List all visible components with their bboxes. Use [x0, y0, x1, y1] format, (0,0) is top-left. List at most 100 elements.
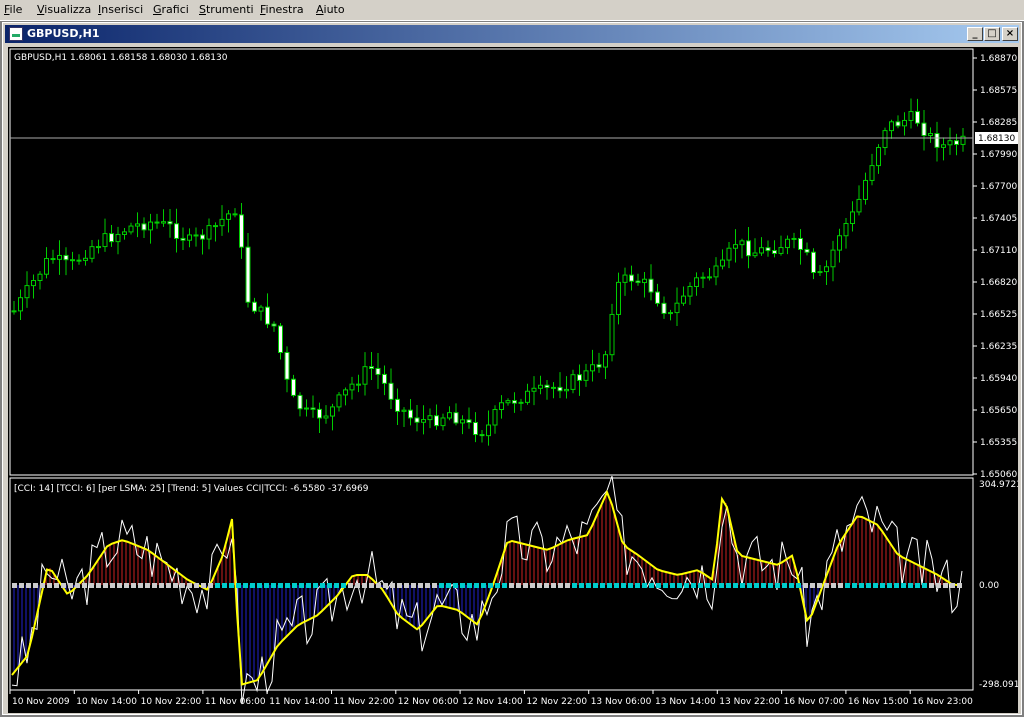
price-chart-svg[interactable]: GBPUSD,H1 1.68061 1.68158 1.68030 1.6813… [8, 47, 1018, 713]
candle-body [856, 198, 862, 213]
trend-dot [684, 583, 689, 588]
chart-area[interactable]: GBPUSD,H1 1.68061 1.68158 1.68030 1.6813… [8, 47, 1018, 713]
candle-body [148, 221, 153, 231]
trend-dot [943, 583, 948, 588]
menu-grafici[interactable]: Grafici [153, 3, 189, 16]
menu-bar: File Visualizza Inserisci Grafici Strumenti F… [0, 0, 1024, 21]
trend-dot [166, 583, 171, 588]
menu-finestra[interactable]: Finestra [260, 3, 304, 16]
candle-body [752, 252, 758, 257]
candle-body [934, 133, 940, 148]
trend-dot [649, 583, 654, 588]
candle-body [76, 259, 82, 262]
trend-dot [390, 583, 395, 588]
menu-visualizza[interactable]: Visualizza [37, 3, 91, 16]
trend-dot [502, 583, 507, 588]
candle-body [518, 401, 524, 404]
menu-aiuto[interactable]: Aiuto [316, 3, 345, 16]
price-label: 1.68870 [980, 54, 1017, 64]
trend-dot [719, 583, 724, 588]
candle-body [57, 254, 62, 260]
candle-body [102, 233, 108, 248]
trend-dot [383, 583, 388, 588]
trend-dot [145, 583, 150, 588]
trend-dot [264, 583, 269, 588]
close-button[interactable]: × [1002, 27, 1018, 41]
trend-dot [831, 583, 836, 588]
trend-dot [299, 583, 304, 588]
trend-dot [789, 583, 794, 588]
candle-body [44, 258, 49, 275]
time-label: 10 Nov 22:00 [141, 697, 202, 707]
candle-body [219, 218, 225, 227]
menu-file[interactable]: File [4, 3, 22, 16]
price-label: 1.65355 [980, 438, 1017, 448]
candle-body [811, 251, 816, 274]
window-titlebar[interactable]: GBPUSD,H1 _ □ × [5, 25, 1019, 43]
trend-dot [418, 583, 423, 588]
trend-dot [887, 583, 892, 588]
candle-body [154, 221, 160, 224]
candle-body [739, 240, 745, 246]
menu-inserisci[interactable]: Inserisci [98, 3, 143, 16]
trend-dot [922, 583, 927, 588]
cci-line [11, 475, 963, 705]
candle-body [427, 415, 433, 421]
trend-dot [47, 583, 52, 588]
trend-dot [481, 583, 486, 588]
candle-body [889, 121, 894, 132]
time-label: 10 Nov 14:00 [76, 697, 137, 707]
candle-body [577, 374, 582, 381]
trend-dot [320, 583, 325, 588]
candle-body [772, 250, 777, 254]
trend-dot [859, 583, 864, 588]
candle-body [193, 234, 199, 237]
trend-dot [180, 583, 185, 588]
candle-body [642, 278, 647, 284]
price-label: 1.67110 [980, 246, 1017, 256]
candle-body [291, 378, 296, 396]
price-label: 1.65060 [980, 470, 1017, 480]
time-label: 13 Nov 06:00 [591, 697, 652, 707]
candle-body [252, 301, 257, 312]
candle-body [486, 424, 491, 437]
trend-dot [33, 583, 38, 588]
maximize-button[interactable]: □ [984, 27, 1000, 41]
trend-dot [201, 583, 206, 588]
trend-dot [866, 583, 871, 588]
price-label: 1.66820 [980, 278, 1017, 288]
menu-strumenti[interactable]: Strumenti [199, 3, 254, 16]
trend-dot [544, 583, 549, 588]
trend-dot [698, 583, 703, 588]
trend-dot [439, 583, 444, 588]
trend-dot [691, 583, 696, 588]
candle-body [596, 364, 602, 368]
candle-body [902, 119, 907, 127]
minimize-button[interactable]: _ [967, 27, 983, 41]
candle-body [733, 244, 738, 249]
time-label: 11 Nov 14:00 [269, 697, 330, 707]
candle-body [512, 400, 517, 404]
candle-body [876, 147, 881, 167]
trend-dot [467, 583, 472, 588]
trend-dot [558, 583, 563, 588]
trend-dot [334, 583, 339, 588]
candle-body [655, 291, 660, 304]
candle-body [135, 223, 140, 227]
candle-body [804, 248, 810, 253]
trend-dot [131, 583, 136, 588]
trend-dot [68, 583, 73, 588]
candle-body [746, 240, 751, 257]
candle-body [551, 386, 556, 389]
candle-body [349, 383, 355, 391]
trend-dot [516, 583, 521, 588]
trend-dot [250, 583, 255, 588]
trend-dot [607, 583, 612, 588]
candle-body [24, 285, 30, 299]
candle-body [453, 412, 459, 424]
trend-dot [124, 583, 129, 588]
trend-dot [152, 583, 157, 588]
candle-body [466, 419, 472, 424]
trend-dot [257, 583, 262, 588]
candle-body [635, 280, 641, 284]
